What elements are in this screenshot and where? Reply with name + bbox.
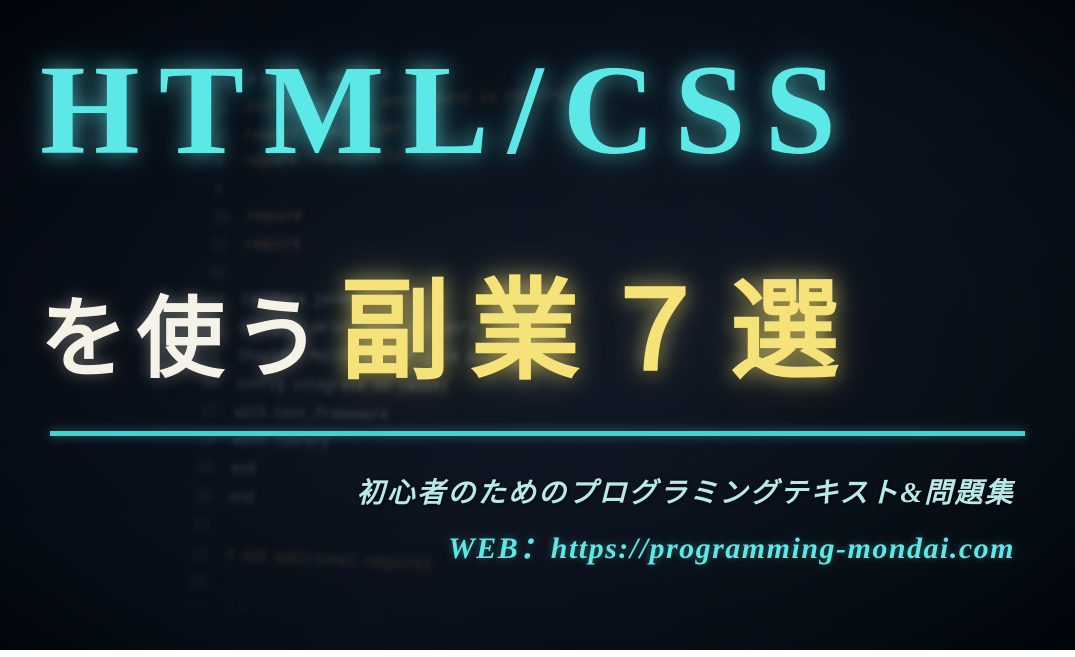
divider-line xyxy=(50,431,1025,436)
main-title: HTML/CSS xyxy=(40,40,1035,181)
subtitle-main: 副業７選 xyxy=(340,241,859,401)
footer-block: 初心者のためのプログラミングテキスト&問題集 WEB：https://progr… xyxy=(40,471,1035,567)
footer-tagline: 初心者のためのプログラミングテキスト&問題集 xyxy=(357,471,1015,511)
subtitle-row: を使う 副業７選 xyxy=(40,241,1035,401)
content-container: HTML/CSS を使う 副業７選 初心者のためのプログラミングテキスト&問題集… xyxy=(0,0,1075,650)
subtitle-prefix: を使う xyxy=(40,268,330,395)
footer-url: WEB：https://programming-mondai.com xyxy=(448,523,1015,567)
